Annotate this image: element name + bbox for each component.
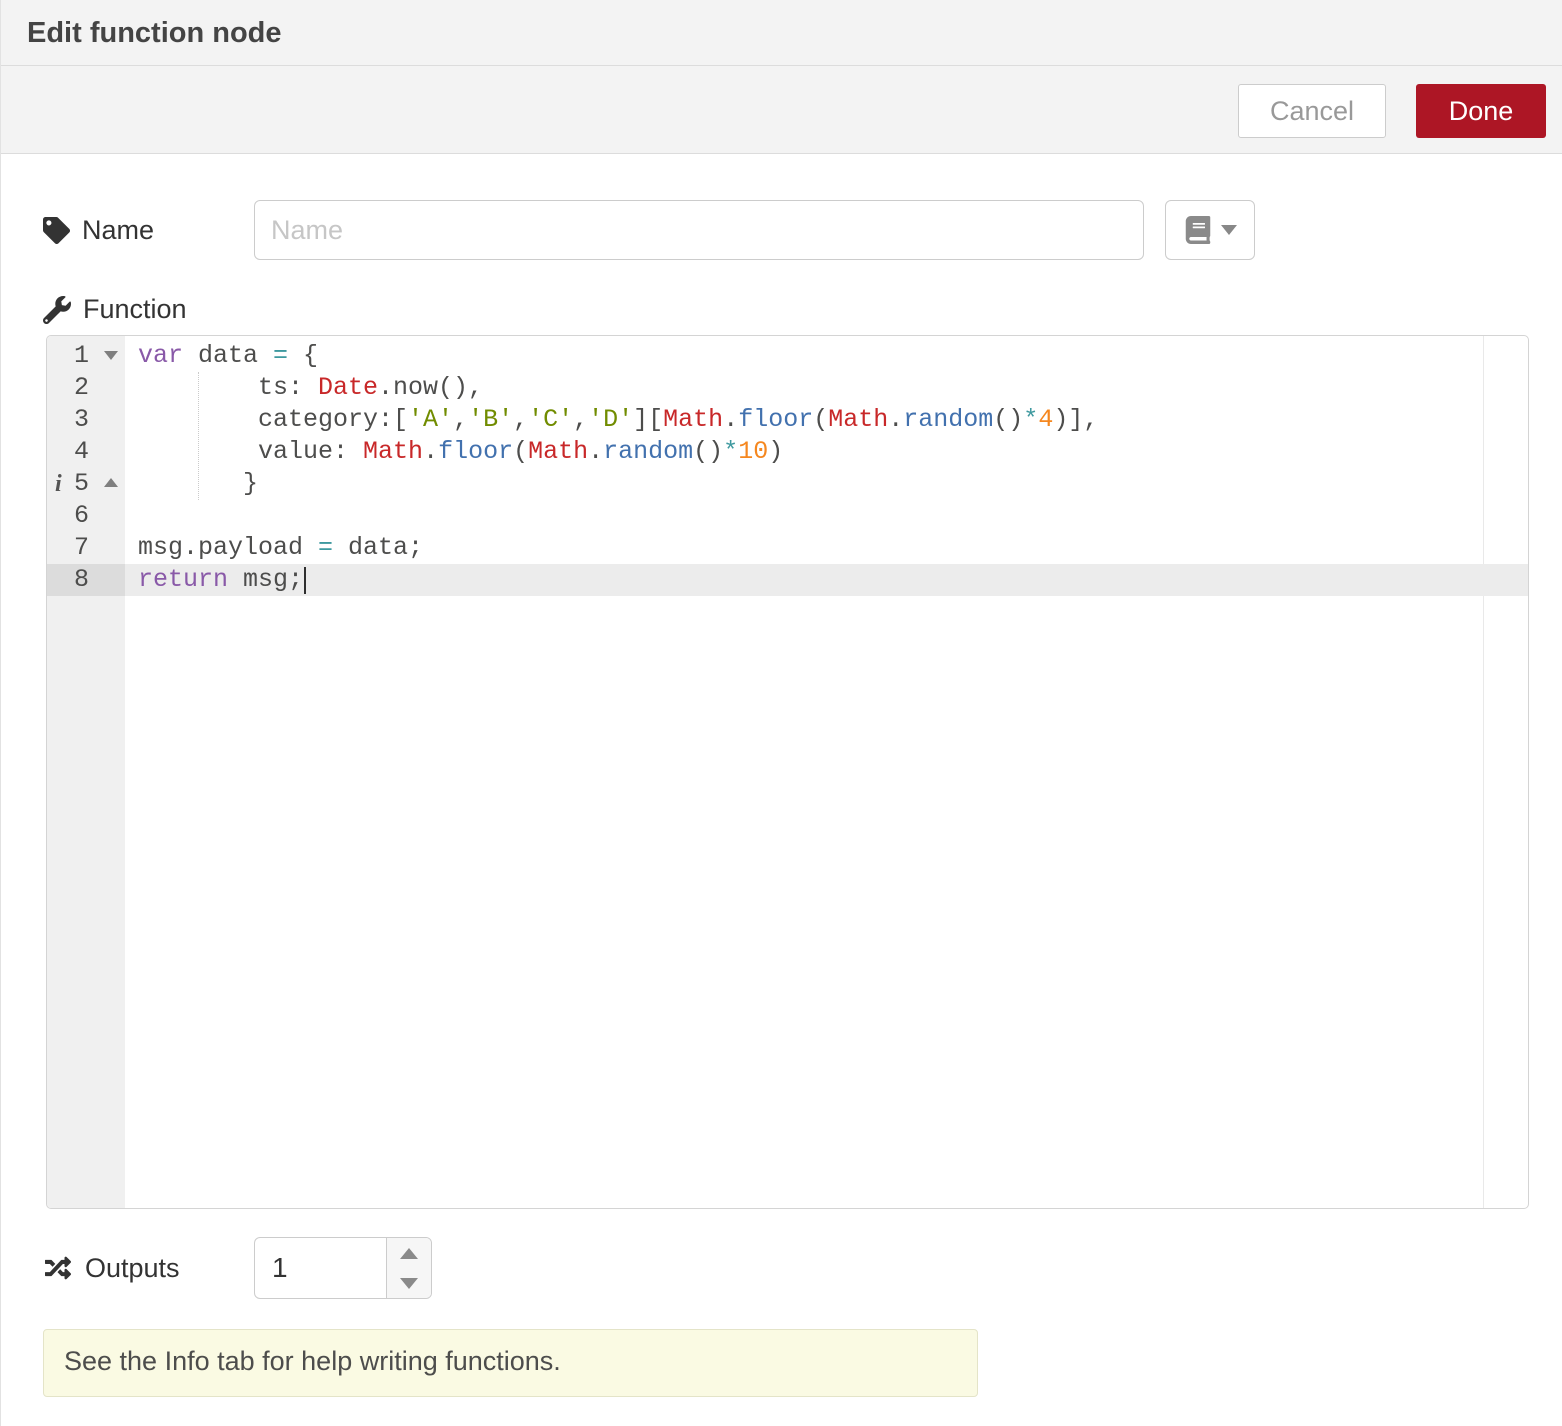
gutter-line-number: 5i bbox=[47, 468, 125, 500]
function-label-text: Function bbox=[83, 294, 187, 325]
name-input[interactable] bbox=[254, 200, 1144, 260]
gutter-line-number: 2 bbox=[47, 372, 125, 404]
wrench-icon bbox=[43, 296, 71, 324]
gutter-line-number: 3 bbox=[47, 404, 125, 436]
text-cursor bbox=[304, 567, 306, 594]
code-line: value: Math.floor(Math.random()*10) bbox=[125, 436, 1528, 468]
code-line: msg.payload = data; bbox=[125, 532, 1528, 564]
done-button[interactable]: Done bbox=[1416, 84, 1546, 138]
caret-up-icon bbox=[400, 1248, 418, 1259]
token-keyword: return bbox=[138, 565, 228, 594]
outputs-spinner[interactable]: 1 bbox=[254, 1237, 432, 1299]
dialog-body: Name Function 12345i678 var data = { ts:… bbox=[1, 154, 1562, 1397]
code-line: } bbox=[125, 468, 1528, 500]
form-tip: See the Info tab for help writing functi… bbox=[43, 1329, 978, 1397]
gutter-line-number: 4 bbox=[47, 436, 125, 468]
function-label: Function bbox=[43, 294, 1562, 325]
name-label: Name bbox=[43, 215, 254, 246]
fold-end-icon[interactable] bbox=[104, 478, 118, 487]
shuffle-icon bbox=[43, 1255, 73, 1281]
token-keyword: var bbox=[138, 341, 183, 370]
spinner-up-button[interactable] bbox=[387, 1238, 431, 1268]
gutter-line-number: 7 bbox=[47, 532, 125, 564]
spinner-down-button[interactable] bbox=[387, 1268, 431, 1298]
outputs-row: Outputs 1 bbox=[43, 1237, 1562, 1299]
dialog-title: Edit function node bbox=[1, 0, 1562, 66]
book-icon bbox=[1184, 216, 1212, 244]
spinner-buttons bbox=[386, 1238, 431, 1298]
gutter-line-number: 6 bbox=[47, 500, 125, 532]
fold-open-icon[interactable] bbox=[104, 351, 118, 360]
info-annotation-icon[interactable]: i bbox=[55, 468, 62, 500]
gutter-line-number: 8 bbox=[47, 564, 125, 596]
outputs-value[interactable]: 1 bbox=[255, 1238, 386, 1298]
code-line: ts: Date.now(), bbox=[125, 372, 1528, 404]
gutter-line-number: 1 bbox=[47, 340, 125, 372]
code-editor[interactable]: 12345i678 var data = { ts: Date.now(), c… bbox=[46, 335, 1529, 1209]
library-button[interactable] bbox=[1165, 200, 1255, 260]
outputs-label-text: Outputs bbox=[85, 1253, 180, 1284]
code-line: return msg; bbox=[125, 564, 1528, 596]
name-row: Name bbox=[43, 200, 1562, 260]
code-line: var data = { bbox=[125, 340, 1528, 372]
outputs-label: Outputs bbox=[43, 1253, 254, 1284]
caret-down-icon bbox=[400, 1278, 418, 1289]
chevron-down-icon bbox=[1221, 225, 1237, 235]
editor-gutter[interactable]: 12345i678 bbox=[47, 336, 125, 1208]
code-line bbox=[125, 500, 1528, 532]
code-line: category:['A','B','C','D'][Math.floor(Ma… bbox=[125, 404, 1528, 436]
cancel-button[interactable]: Cancel bbox=[1238, 84, 1386, 138]
dialog-toolbar: Cancel Done bbox=[1, 66, 1562, 154]
tag-icon bbox=[43, 217, 70, 244]
name-label-text: Name bbox=[82, 215, 154, 246]
editor-code-area[interactable]: var data = { ts: Date.now(), category:['… bbox=[125, 336, 1528, 1208]
